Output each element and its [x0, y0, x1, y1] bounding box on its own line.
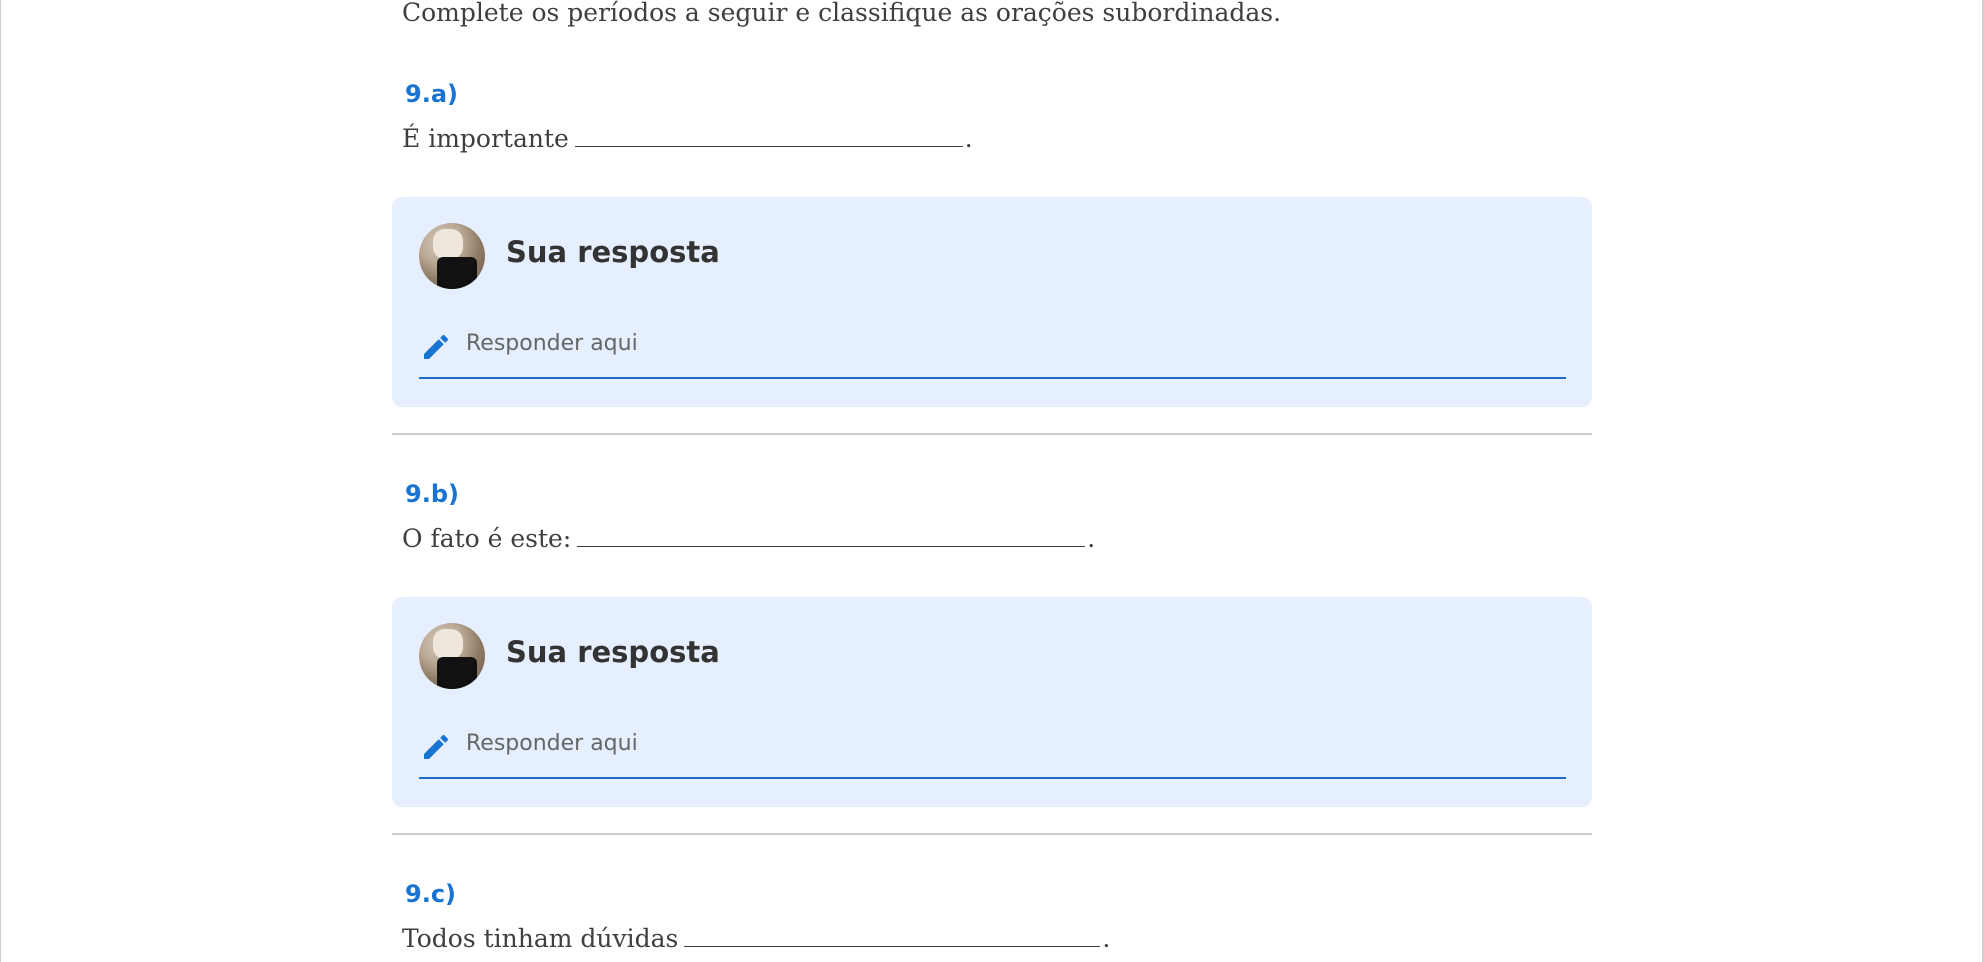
answer-input[interactable] [466, 727, 1516, 759]
section-divider [392, 433, 1592, 435]
exercise-instructions: Complete os períodos a seguir e classifi… [402, 0, 1282, 27]
avatar-shirt-shape [437, 257, 477, 289]
answer-card-9b: Sua resposta [392, 597, 1592, 807]
question-label-9b: 9.b) [405, 480, 459, 508]
pencil-icon [424, 734, 449, 759]
user-avatar [419, 223, 485, 289]
avatar-shirt-shape [437, 657, 477, 689]
answer-input-underline [419, 777, 1566, 779]
fill-in-blank [577, 524, 1086, 547]
fill-in-blank [574, 124, 963, 147]
question-label-9c: 9.c) [405, 880, 457, 908]
section-divider [392, 833, 1592, 835]
page-border-left [0, 0, 1, 962]
question-text-9a: É importante. [402, 124, 973, 153]
question-text-after: . [964, 124, 973, 153]
answer-input[interactable] [466, 327, 1516, 359]
answer-card-title: Sua resposta [506, 235, 720, 269]
answer-card-title: Sua resposta [506, 635, 720, 669]
avatar-face-shape [433, 629, 463, 659]
question-text-before: Todos tinham dúvidas [402, 924, 679, 953]
answer-input-underline [419, 377, 1566, 379]
avatar-face-shape [433, 229, 463, 259]
question-text-before: O fato é este: [402, 524, 572, 553]
question-text-9b: O fato é este:. [402, 524, 1095, 553]
user-avatar [419, 623, 485, 689]
question-text-9c: Todos tinham dúvidas. [402, 924, 1110, 953]
question-text-after: . [1102, 924, 1111, 953]
answer-card-9a: Sua resposta [392, 197, 1592, 407]
question-text-before: É importante [402, 124, 569, 153]
question-label-9a: 9.a) [405, 80, 458, 108]
fill-in-blank [684, 924, 1101, 947]
question-text-after: . [1087, 524, 1096, 553]
pencil-icon [424, 334, 449, 359]
